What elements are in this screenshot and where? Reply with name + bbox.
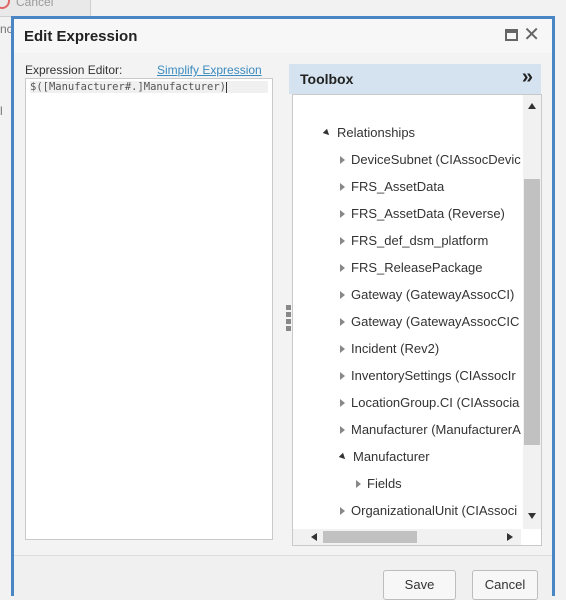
dialog-title: Edit Expression [24, 28, 138, 45]
scroll-left-arrow-icon[interactable] [311, 533, 317, 541]
expression-line: $([Manufacturer#.]Manufacturer) [30, 81, 268, 93]
tree-node-label: Manufacturer (ManufacturerA [351, 422, 521, 437]
tree-node[interactable]: Fields [356, 474, 402, 494]
expression-editor-label: Expression Editor: [25, 63, 123, 77]
tree-node-label: InventorySettings (CIAssocIr [351, 368, 516, 383]
expanded-arrow-icon[interactable] [322, 128, 332, 137]
toolbox-header: Toolbox » [289, 64, 541, 94]
close-icon[interactable]: ✕ [523, 25, 540, 45]
tree-node[interactable]: Incident (Rev2) [340, 339, 439, 359]
tree-node[interactable]: LocationGroup.CI (CIAssocia [340, 393, 519, 413]
collapsed-arrow-icon[interactable] [340, 236, 345, 245]
background-cancel-label: Cancel [16, 0, 54, 9]
horizontal-scrollbar[interactable] [293, 529, 521, 545]
vertical-scrollbar[interactable] [523, 95, 541, 529]
collapsed-arrow-icon[interactable] [340, 263, 345, 272]
expanded-arrow-icon[interactable] [338, 452, 348, 461]
collapsed-arrow-icon[interactable] [340, 317, 345, 326]
collapsed-arrow-icon[interactable] [340, 344, 345, 353]
tree-node-label: LocationGroup.CI (CIAssocia [351, 395, 520, 410]
tree-node[interactable]: FRS_def_dsm_platform [340, 231, 488, 251]
collapsed-arrow-icon[interactable] [340, 290, 345, 299]
tree-node-label: Gateway (GatewayAssocCI) [351, 287, 515, 302]
tree-node-label: FRS_AssetData (Reverse) [351, 206, 505, 221]
toolbox-tree: Relationships DeviceSubnet (CIAssocDevic F… [293, 95, 521, 529]
expression-text: $([Manufacturer#.]Manufacturer) [30, 81, 226, 93]
collapsed-arrow-icon[interactable] [340, 506, 345, 515]
tree-node-label: Gateway (GatewayAssocCIC [351, 314, 520, 329]
tree-node-label: FRS_def_dsm_platform [351, 233, 489, 248]
tree-node[interactable]: Manufacturer (ManufacturerA [340, 420, 521, 440]
horizontal-scroll-thumb[interactable] [323, 531, 417, 543]
background-cancel-button: Cancel [0, 0, 91, 17]
tree-node-label: OrganizationalUnit (CIAssoci [351, 503, 518, 518]
tree-node[interactable]: FRS_ReleasePackage [340, 258, 483, 278]
tree-node-label: Manufacturer [353, 449, 430, 464]
simplify-expression-link[interactable]: Simplify Expression [157, 63, 262, 77]
collapse-toolbox-icon[interactable]: » [522, 67, 533, 87]
tree-node[interactable]: FRS_AssetData [340, 177, 444, 197]
collapsed-arrow-icon[interactable] [340, 425, 345, 434]
collapsed-arrow-icon[interactable] [356, 479, 361, 488]
tree-node[interactable]: Gateway (GatewayAssocCI) [340, 285, 514, 305]
tree-node-label: FRS_ReleasePackage [351, 260, 483, 275]
tree-node[interactable]: FRS_AssetData (Reverse) [340, 204, 505, 224]
collapsed-arrow-icon[interactable] [340, 398, 345, 407]
tree-node-label: Incident (Rev2) [351, 341, 440, 356]
dialog-footer: Save Cancel [14, 555, 552, 600]
tree-node-label: Relationships [337, 125, 416, 140]
edit-expression-dialog: Edit Expression ✕ Expression Editor: Sim… [11, 16, 555, 600]
tree-node[interactable]: OrganizationalUnit (CIAssoci [340, 501, 517, 521]
cancel-icon [0, 0, 10, 9]
expression-editor-textarea[interactable]: $([Manufacturer#.]Manufacturer) [25, 78, 273, 540]
tree-node-label: Fields [367, 476, 402, 491]
maximize-icon[interactable] [505, 29, 518, 41]
tree-node-label: DeviceSubnet (CIAssocDevic [351, 152, 521, 167]
collapsed-arrow-icon[interactable] [340, 155, 345, 164]
toolbox-title: Toolbox [300, 71, 354, 87]
scroll-right-arrow-icon[interactable] [507, 533, 513, 541]
tree-node[interactable]: InventorySettings (CIAssocIr [340, 366, 516, 386]
scroll-up-arrow-icon[interactable] [528, 103, 536, 109]
collapsed-arrow-icon[interactable] [340, 182, 345, 191]
toolbox-tree-panel: Relationships DeviceSubnet (CIAssocDevic F… [292, 94, 542, 546]
dialog-titlebar[interactable]: Edit Expression ✕ [14, 19, 552, 53]
collapsed-arrow-icon[interactable] [340, 371, 345, 380]
cancel-button[interactable]: Cancel [472, 570, 538, 600]
tree-node[interactable]: Gateway (GatewayAssocCIC [340, 312, 519, 332]
tree-node-label: FRS_AssetData [351, 179, 445, 194]
collapsed-arrow-icon[interactable] [340, 209, 345, 218]
scroll-down-arrow-icon[interactable] [528, 513, 536, 519]
tree-node[interactable]: Manufacturer [338, 447, 430, 467]
save-button[interactable]: Save [383, 570, 456, 600]
text-caret [225, 81, 227, 93]
tree-node[interactable]: DeviceSubnet (CIAssocDevic [340, 150, 521, 170]
vertical-scroll-thumb[interactable] [524, 179, 540, 445]
tree-node[interactable]: Relationships [322, 123, 416, 143]
background-text-fragment-2: l [0, 104, 3, 118]
